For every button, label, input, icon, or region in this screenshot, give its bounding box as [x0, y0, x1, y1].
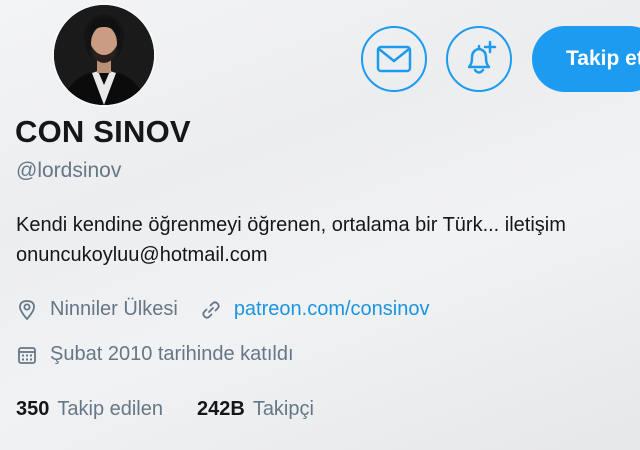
- bio-text-line-1: Kendi kendine öğrenmeyi öğrenen, ortalam…: [16, 214, 566, 236]
- follow-button[interactable]: Takip et: [532, 26, 640, 92]
- display-name: CON SINOV: [15, 114, 191, 149]
- user-handle: @lordsinov: [16, 159, 122, 182]
- location-pin-icon: [16, 299, 38, 321]
- avatar[interactable]: [52, 3, 156, 107]
- message-button[interactable]: [361, 26, 427, 92]
- following-stat[interactable]: 350 Takip edilen: [16, 398, 163, 421]
- avatar-photo-icon: [54, 5, 154, 105]
- location-text: Ninniler Ülkesi: [50, 298, 178, 320]
- followers-label: Takipçi: [252, 398, 314, 420]
- profile-meta-row: Ninniler Ülkesi patreon.com/consinov: [16, 298, 429, 321]
- following-label: Takip edilen: [57, 398, 163, 420]
- followers-stat[interactable]: 242B Takipçi: [197, 398, 314, 421]
- website-link[interactable]: patreon.com/consinov: [234, 298, 430, 321]
- follow-button-label: Takip et: [566, 47, 640, 70]
- followers-count: 242B: [197, 398, 245, 420]
- calendar-icon: [16, 344, 38, 366]
- profile-header: Takip et CON SINOV @lordsinov Kendi kend…: [0, 0, 640, 450]
- joined-date-text: Şubat 2010 tarihinde katıldı: [50, 343, 294, 365]
- follow-stats: 350 Takip edilen 242B Takipçi: [16, 398, 314, 421]
- profile-joined-row: Şubat 2010 tarihinde katıldı: [16, 343, 294, 366]
- bell-plus-icon: [467, 40, 497, 74]
- envelope-icon: [376, 45, 412, 73]
- bio-text-line-2: onuncukoyluu@hotmail.com: [16, 244, 268, 266]
- following-count: 350: [16, 398, 50, 420]
- notify-button[interactable]: [446, 26, 512, 92]
- link-icon: [200, 299, 222, 321]
